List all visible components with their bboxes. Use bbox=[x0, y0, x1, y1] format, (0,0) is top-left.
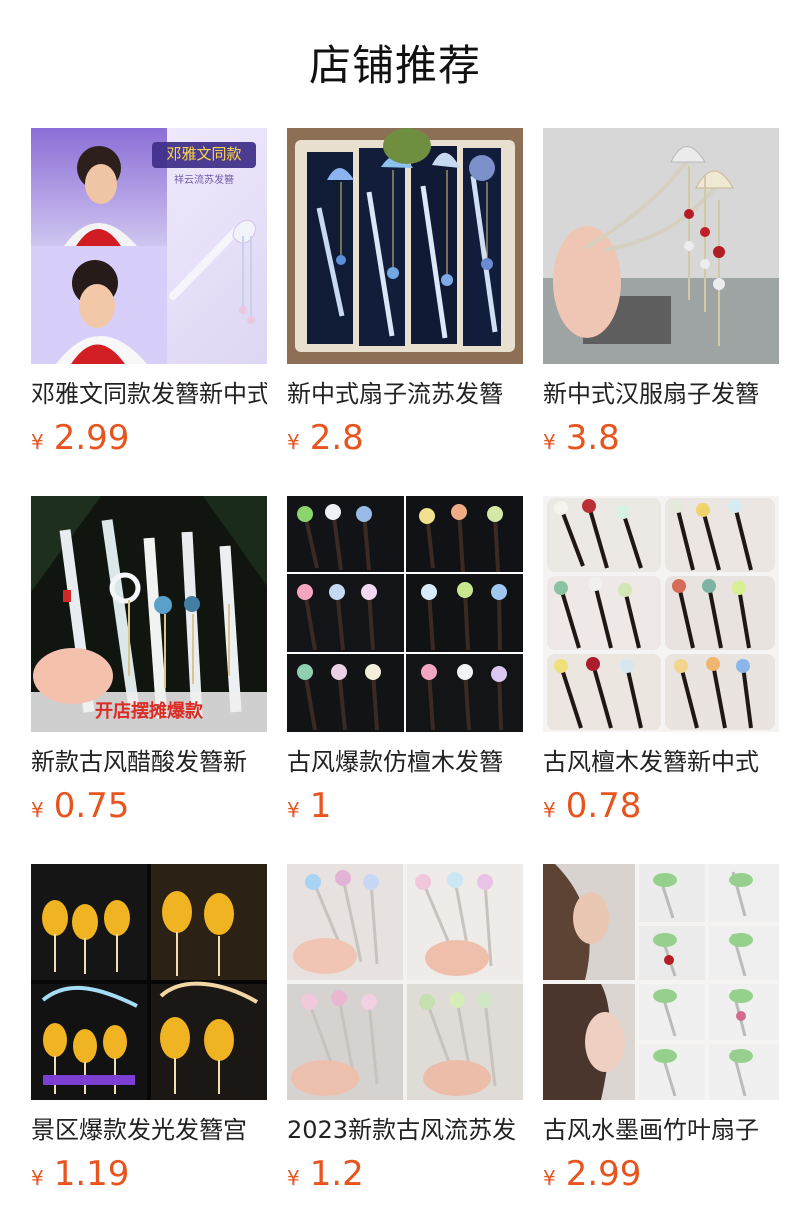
product-price: ¥3.8 bbox=[543, 416, 620, 460]
currency-symbol: ¥ bbox=[287, 798, 300, 822]
fan-tassel-hairpin-image-art bbox=[287, 128, 523, 364]
product-name[interactable]: 新款古风醋酸发簪新 bbox=[31, 742, 267, 782]
price-amount: 2.8 bbox=[309, 418, 364, 458]
currency-symbol: ¥ bbox=[287, 430, 300, 454]
product-name[interactable]: 2023新款古风流苏发 bbox=[287, 1110, 523, 1150]
product-name[interactable]: 古风爆款仿檀木发簪 bbox=[287, 742, 523, 782]
currency-symbol: ¥ bbox=[287, 1166, 300, 1190]
product-price: ¥1.19 bbox=[31, 1152, 129, 1196]
price-amount: 1.2 bbox=[309, 1154, 364, 1194]
currency-symbol: ¥ bbox=[31, 1166, 44, 1190]
currency-symbol: ¥ bbox=[543, 1166, 556, 1190]
hairpin-product-image[interactable]: 邓雅文同款 祥云流苏发簪 bbox=[31, 128, 267, 364]
currency-symbol: ¥ bbox=[31, 430, 44, 454]
svg-text:祥云流苏发簪: 祥云流苏发簪 bbox=[174, 173, 234, 186]
product-name[interactable]: 新中式汉服扇子发簪 bbox=[543, 374, 779, 414]
product-card[interactable]: 开店摆摊爆款 新款古风醋酸发簪新 ¥0.75 bbox=[31, 496, 267, 836]
tassel-flower-hairpin-image[interactable] bbox=[287, 864, 523, 1100]
product-card[interactable]: 邓雅文同款 祥云流苏发簪 邓雅文同款发簪新中式 ¥2.99 bbox=[31, 128, 267, 468]
product-price: ¥2.99 bbox=[31, 416, 129, 460]
hairpin-product-image-art: 邓雅文同款 祥云流苏发簪 bbox=[31, 128, 267, 364]
price-amount: 1 bbox=[309, 786, 332, 826]
product-price: ¥1.2 bbox=[287, 1152, 364, 1196]
product-name[interactable]: 景区爆款发光发簪宫 bbox=[31, 1110, 267, 1150]
price-amount: 1.19 bbox=[53, 1154, 130, 1194]
page-title: 店铺推荐 bbox=[308, 41, 481, 90]
wood-flower-hairpin-image-art bbox=[287, 496, 523, 732]
sandalwood-hairpin-image-art bbox=[543, 496, 779, 732]
tassel-flower-hairpin-image-art bbox=[287, 864, 523, 1100]
product-card[interactable]: 新中式汉服扇子发簪 ¥3.8 bbox=[543, 128, 779, 468]
bamboo-leaf-fan-hairpin-image[interactable] bbox=[543, 864, 779, 1100]
price-amount: 2.99 bbox=[565, 1154, 642, 1194]
price-amount: 0.78 bbox=[565, 786, 642, 826]
store-recommendations-page: 店铺推荐 邓雅文同款 祥云流苏发簪 邓雅文同款发簪新中式 ¥ 2.99 新中式扇… bbox=[0, 0, 790, 1232]
product-price: ¥0.75 bbox=[31, 784, 129, 828]
wood-flower-hairpin-image[interactable] bbox=[287, 496, 523, 732]
hanfu-fan-hairpin-image[interactable] bbox=[543, 128, 779, 364]
product-price: ¥1 bbox=[287, 784, 331, 828]
svg-text:开店摆摊爆款: 开店摆摊爆款 bbox=[95, 700, 204, 722]
bamboo-leaf-fan-hairpin-image-art bbox=[543, 864, 779, 1100]
product-name[interactable]: 邓雅文同款发簪新中式 bbox=[31, 374, 267, 414]
price-amount: 0.75 bbox=[53, 786, 130, 826]
product-card[interactable]: 古风水墨画竹叶扇子 ¥2.99 bbox=[543, 864, 779, 1204]
price-amount: 2.99 bbox=[53, 418, 130, 458]
product-card[interactable]: 2023新款古风流苏发 ¥1.2 bbox=[287, 864, 523, 1204]
product-name[interactable]: 古风水墨画竹叶扇子 bbox=[543, 1110, 779, 1150]
currency-symbol: ¥ bbox=[543, 798, 556, 822]
product-card[interactable]: 古风爆款仿檀木发簪 ¥1 bbox=[287, 496, 523, 836]
acetate-hairpin-image-art: 开店摆摊爆款 bbox=[31, 496, 267, 732]
currency-symbol: ¥ bbox=[543, 430, 556, 454]
svg-text:邓雅文同款: 邓雅文同款 bbox=[166, 145, 241, 163]
product-card[interactable]: 景区爆款发光发簪宫 ¥1.19 bbox=[31, 864, 267, 1204]
product-card[interactable]: 古风檀木发簪新中式 ¥0.78 bbox=[543, 496, 779, 836]
product-card[interactable]: 新中式扇子流苏发簪 ¥2.8 bbox=[287, 128, 523, 468]
product-name[interactable]: 新中式扇子流苏发簪 bbox=[287, 374, 523, 414]
product-price: ¥2.99 bbox=[543, 1152, 641, 1196]
acetate-hairpin-image[interactable]: 开店摆摊爆款 bbox=[31, 496, 267, 732]
glowing-lantern-hairpin-image-art bbox=[31, 864, 267, 1100]
hanfu-fan-hairpin-image-art bbox=[543, 128, 779, 364]
product-price: ¥0.78 bbox=[543, 784, 641, 828]
price-amount: 3.8 bbox=[565, 418, 620, 458]
fan-tassel-hairpin-image[interactable] bbox=[287, 128, 523, 364]
currency-symbol: ¥ bbox=[31, 798, 44, 822]
sandalwood-hairpin-image[interactable] bbox=[543, 496, 779, 732]
glowing-lantern-hairpin-image[interactable] bbox=[31, 864, 267, 1100]
product-name[interactable]: 古风檀木发簪新中式 bbox=[543, 742, 779, 782]
product-price: ¥2.8 bbox=[287, 416, 364, 460]
